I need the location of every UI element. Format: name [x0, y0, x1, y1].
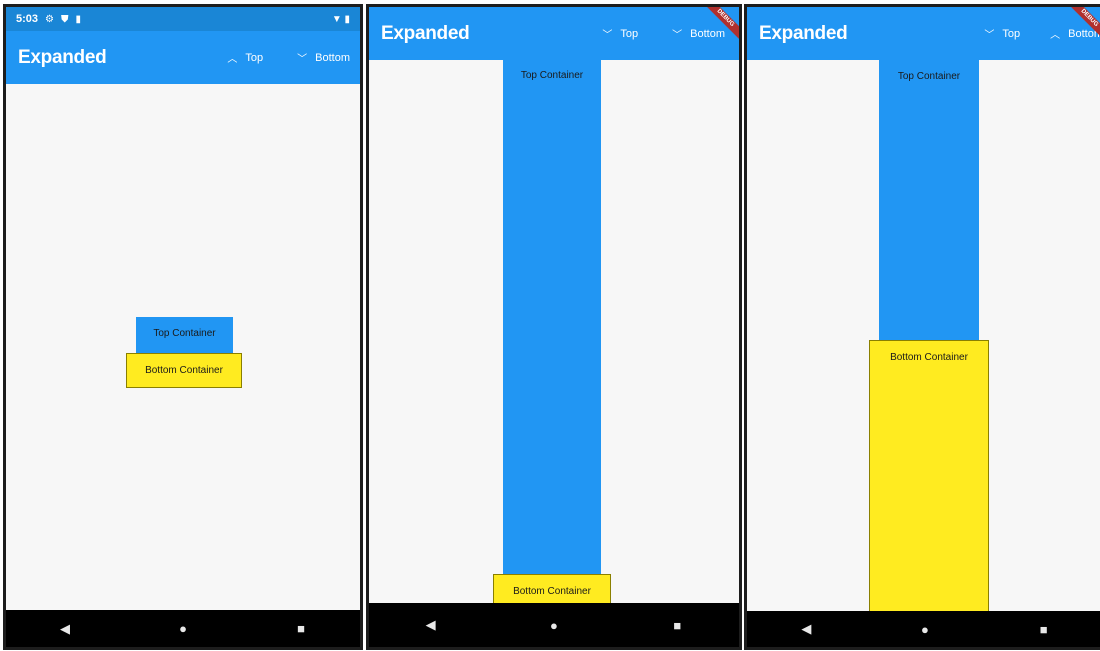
- status-bar: 5:03 ⚙ ⛊ ▮ ▼ ▮: [6, 7, 360, 31]
- top-toggle-button[interactable]: ﹀ Top: [984, 26, 1021, 42]
- bottom-toggle-button[interactable]: ﹀ Bottom: [672, 26, 725, 42]
- recents-square-icon[interactable]: ■: [1024, 622, 1064, 637]
- home-circle-icon[interactable]: ●: [905, 622, 945, 637]
- top-toggle-button[interactable]: ︿ Top: [227, 50, 264, 66]
- app-title: Expanded: [18, 46, 107, 68]
- home-circle-icon[interactable]: ●: [163, 621, 203, 636]
- wifi-battery-icon: ▼ ▮: [331, 13, 350, 25]
- shield-icon: ⛊: [61, 13, 69, 25]
- app-bar: Expanded ﹀ Top ﹀ Bottom DEBUG: [369, 7, 739, 60]
- app-bar-actions: ︿ Top ﹀ Bottom: [209, 50, 350, 66]
- app-bar-actions: ﹀ Top ︿ Bottom: [966, 26, 1100, 42]
- sd-card-icon: ▮: [75, 13, 82, 25]
- navigation-bar: ◀ ● ■: [747, 611, 1100, 647]
- screenshot-stage: 5:03 ⚙ ⛊ ▮ ▼ ▮ Expanded ︿ Top ﹀ Bottom T…: [0, 0, 1100, 651]
- body-area: Top Container Bottom Container: [369, 60, 739, 610]
- app-bar: Expanded ﹀ Top ︿ Bottom DEBUG: [747, 7, 1100, 60]
- bottom-toggle-label: Bottom: [315, 51, 350, 64]
- bottom-toggle-button[interactable]: ︿ Bottom: [1050, 26, 1100, 42]
- body-area: Top Container Bottom Container: [747, 60, 1100, 618]
- home-circle-icon[interactable]: ●: [534, 618, 574, 633]
- top-container: Top Container: [136, 317, 233, 353]
- app-bar-actions: ﹀ Top ﹀ Bottom: [584, 26, 725, 42]
- top-toggle-label: Top: [620, 27, 639, 40]
- back-triangle-icon[interactable]: ◀: [786, 621, 826, 637]
- top-toggle-button[interactable]: ﹀ Top: [602, 26, 639, 42]
- chevron-down-icon: ﹀: [672, 30, 683, 41]
- bottom-container: Bottom Container: [126, 353, 242, 388]
- back-triangle-icon[interactable]: ◀: [45, 621, 85, 637]
- bottom-container: Bottom Container: [869, 340, 989, 618]
- chevron-up-icon: ︿: [1050, 30, 1061, 41]
- top-toggle-label: Top: [245, 51, 264, 64]
- top-toggle-label: Top: [1002, 27, 1021, 40]
- gear-icon: ⚙: [45, 13, 54, 25]
- phone-screen-3: Expanded ﹀ Top ︿ Bottom DEBUG Top Contai…: [744, 4, 1100, 650]
- chevron-up-icon: ︿: [227, 54, 238, 65]
- app-bar: Expanded ︿ Top ﹀ Bottom: [6, 31, 360, 84]
- status-time: 5:03: [16, 13, 39, 25]
- chevron-down-icon: ﹀: [297, 54, 308, 65]
- chevron-down-icon: ﹀: [602, 30, 613, 41]
- navigation-bar: ◀ ● ■: [369, 603, 739, 647]
- app-title: Expanded: [381, 22, 470, 44]
- app-title: Expanded: [759, 22, 848, 44]
- navigation-bar: ◀ ● ■: [6, 610, 360, 647]
- bottom-toggle-label: Bottom: [1068, 27, 1100, 40]
- recents-square-icon[interactable]: ■: [281, 621, 321, 636]
- recents-square-icon[interactable]: ■: [657, 618, 697, 633]
- back-triangle-icon[interactable]: ◀: [411, 617, 451, 633]
- bottom-toggle-button[interactable]: ﹀ Bottom: [297, 50, 350, 66]
- phone-screen-1: 5:03 ⚙ ⛊ ▮ ▼ ▮ Expanded ︿ Top ﹀ Bottom T…: [3, 4, 363, 650]
- top-container: Top Container: [879, 60, 979, 343]
- body-area: Top Container Bottom Container: [6, 84, 360, 610]
- chevron-down-icon: ﹀: [984, 30, 995, 41]
- top-container: Top Container: [503, 60, 601, 580]
- phone-screen-2: Expanded ﹀ Top ﹀ Bottom DEBUG Top Contai…: [366, 4, 742, 650]
- bottom-toggle-label: Bottom: [690, 27, 725, 40]
